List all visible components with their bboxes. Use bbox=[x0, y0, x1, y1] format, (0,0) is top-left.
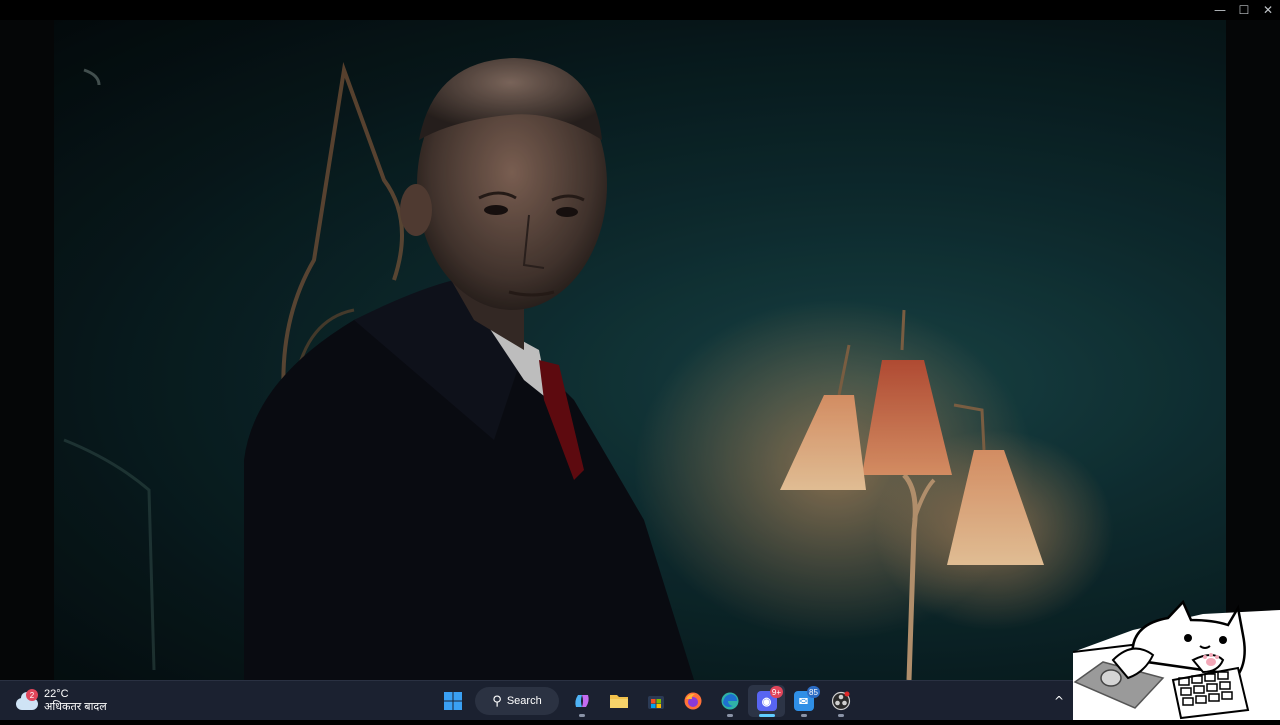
search-label: Search bbox=[506, 695, 542, 707]
search-button[interactable]: ⚲ Search bbox=[475, 687, 559, 715]
weather-widget[interactable]: 2 22°C अधिकतर बादल bbox=[14, 685, 107, 717]
search-icon: ⚲ bbox=[492, 693, 502, 709]
discord-badge: 9+ bbox=[769, 686, 783, 698]
discord-button[interactable]: ◉ 9+ bbox=[748, 685, 785, 717]
folder-icon bbox=[609, 695, 628, 708]
show-hidden-icons-button[interactable]: ^ bbox=[1048, 689, 1070, 713]
minimize-button[interactable]: — bbox=[1208, 0, 1232, 20]
obs-icon bbox=[831, 691, 850, 711]
messenger-button[interactable]: ✉ 85 bbox=[785, 685, 822, 717]
bongo-cat-icon bbox=[1072, 599, 1280, 720]
microsoft-store-button[interactable] bbox=[637, 685, 674, 717]
maximize-button[interactable]: ☐ bbox=[1232, 0, 1256, 20]
cloud-icon: 2 bbox=[14, 689, 40, 712]
window-controls: — ☐ ✕ bbox=[1208, 0, 1280, 20]
video-scene bbox=[54, 20, 1226, 680]
start-button[interactable] bbox=[434, 685, 471, 717]
weather-temperature: 22°C bbox=[44, 688, 69, 700]
weather-badge: 2 bbox=[26, 689, 38, 701]
video-frame[interactable] bbox=[54, 20, 1226, 680]
messenger-badge: 85 bbox=[807, 686, 820, 698]
bongo-cat-overlay bbox=[1072, 599, 1280, 720]
taskbar-apps: ⚲ Search ◉ 9+ ✉ 85 bbox=[434, 685, 859, 717]
edge-icon bbox=[721, 692, 738, 710]
copilot-button[interactable] bbox=[563, 685, 600, 717]
edge-button[interactable] bbox=[711, 685, 748, 717]
obs-button[interactable] bbox=[822, 685, 859, 717]
title-bar: — ☐ ✕ bbox=[0, 0, 1280, 20]
copilot-icon bbox=[574, 695, 589, 707]
close-button[interactable]: ✕ bbox=[1256, 0, 1280, 20]
firefox-icon bbox=[684, 692, 701, 710]
store-icon bbox=[647, 696, 664, 709]
video-player-window: — ☐ ✕ bbox=[0, 0, 1280, 680]
weather-condition: अधिकतर बादल bbox=[44, 701, 107, 713]
windows-start-icon bbox=[443, 692, 462, 710]
firefox-button[interactable] bbox=[674, 685, 711, 717]
file-explorer-button[interactable] bbox=[600, 685, 637, 717]
